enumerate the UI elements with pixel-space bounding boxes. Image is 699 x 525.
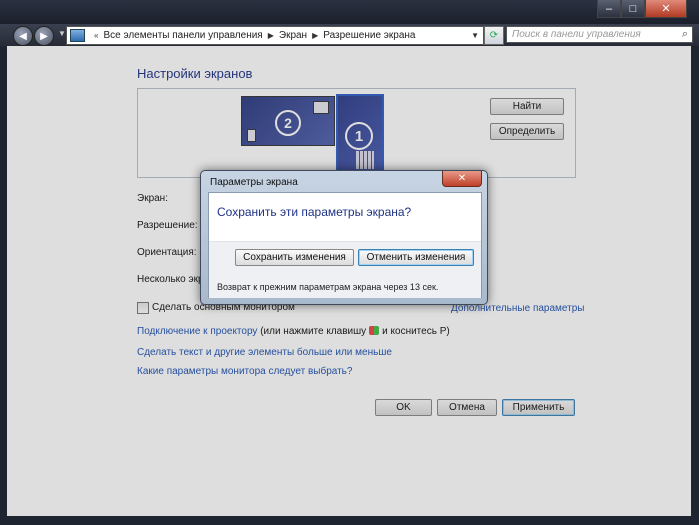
breadcrumb[interactable]: « Все элементы панели управления ▶ Экран… [66, 26, 484, 45]
title-bar: – □ ✕ [0, 0, 699, 24]
display-settings-dialog: Параметры экрана ✕ Сохранить эти парамет… [200, 170, 488, 305]
dialog-body: Сохранить эти параметры экрана? Сохранит… [208, 192, 482, 298]
dialog-question: Сохранить эти параметры экрана? [217, 205, 412, 219]
maximize-icon[interactable]: □ [621, 0, 645, 18]
save-changes-button[interactable]: Сохранить изменения [235, 249, 354, 266]
chevron-down-icon[interactable]: ▼ [471, 31, 479, 40]
search-input[interactable]: Поиск в панели управления ⌕ [506, 26, 693, 43]
close-icon[interactable]: ✕ [442, 171, 482, 187]
control-panel-icon [70, 29, 85, 42]
history-dropdown-icon[interactable]: ▼ [58, 29, 66, 38]
dialog-title: Параметры экрана [210, 177, 298, 188]
refresh-icon[interactable]: ⟳ [484, 26, 504, 45]
chevron-right-icon[interactable]: ▶ [268, 31, 274, 40]
search-placeholder: Поиск в панели управления [512, 29, 641, 40]
breadcrumb-item[interactable]: Разрешение экрана [323, 30, 415, 41]
countdown-text: Возврат к прежним параметрам экрана чере… [217, 282, 439, 292]
address-bar: ◀ ▶ ▼ « Все элементы панели управления ▶… [0, 24, 699, 46]
breadcrumb-item[interactable]: Экран [279, 30, 307, 41]
chevron-right-icon[interactable]: « [94, 31, 98, 40]
chevron-right-icon[interactable]: ▶ [312, 31, 318, 40]
back-icon[interactable]: ◀ [13, 26, 33, 46]
search-icon[interactable]: ⌕ [682, 28, 688, 41]
breadcrumb-item[interactable]: Все элементы панели управления [103, 30, 262, 41]
minimize-icon[interactable]: – [597, 0, 621, 18]
control-panel-window: – □ ✕ ◀ ▶ ▼ « Все элементы панели управл… [0, 0, 699, 525]
caption-buttons: – □ ✕ [597, 0, 687, 18]
forward-icon[interactable]: ▶ [34, 26, 54, 46]
close-icon[interactable]: ✕ [645, 0, 687, 18]
revert-changes-button[interactable]: Отменить изменения [358, 249, 474, 266]
